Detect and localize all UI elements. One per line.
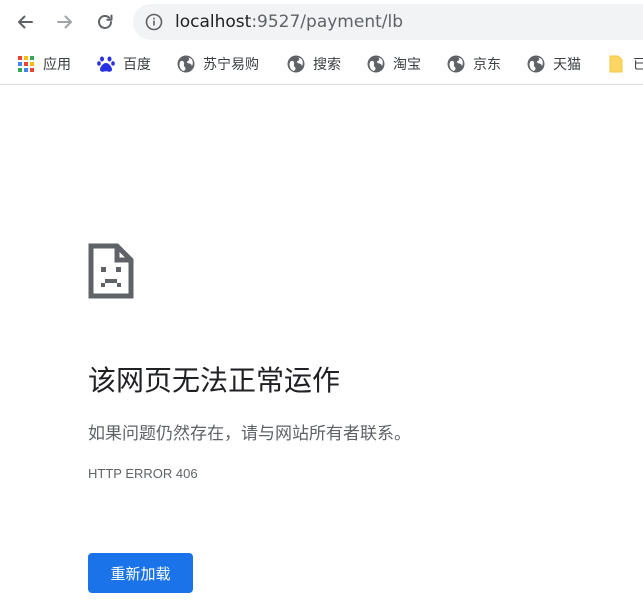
bookmark-label: 京东 xyxy=(473,57,501,73)
bookmark-search[interactable]: 搜索 xyxy=(287,53,341,75)
baidu-paw-icon xyxy=(97,56,115,72)
bookmark-jd[interactable]: 京东 xyxy=(447,53,501,75)
error-code: HTTP ERROR 406 xyxy=(88,466,198,481)
browser-toolbar: localhost:9527/payment/lb xyxy=(0,0,643,44)
reload-icon xyxy=(98,14,113,29)
bookmark-taobao[interactable]: 淘宝 xyxy=(367,53,421,75)
folder-icon xyxy=(609,55,623,73)
reload-page-button[interactable]: 重新加载 xyxy=(88,553,193,593)
bookmark-suning[interactable]: 苏宁易购 xyxy=(177,53,259,75)
info-icon[interactable] xyxy=(145,13,163,31)
bookmarks-bar: 应用 百度 苏宁易购 搜索 淘宝 京东 天猫 已 xyxy=(0,44,643,85)
error-page: 该网页无法正常运作 如果问题仍然存在，请与网站所有者联系。 HTTP ERROR… xyxy=(0,85,643,605)
reload-button[interactable] xyxy=(90,7,120,37)
globe-icon xyxy=(367,55,385,73)
apps-grid-icon xyxy=(18,56,34,72)
bookmark-tmall[interactable]: 天猫 xyxy=(527,53,581,75)
globe-icon xyxy=(447,55,465,73)
sad-page-icon xyxy=(88,243,134,299)
globe-icon xyxy=(527,55,545,73)
url-text[interactable]: localhost:9527/payment/lb xyxy=(175,12,403,32)
bookmark-label: 苏宁易购 xyxy=(203,57,259,73)
bookmark-label: 淘宝 xyxy=(393,57,421,73)
back-button[interactable] xyxy=(10,7,40,37)
arrow-right-icon xyxy=(57,15,72,29)
bookmark-label: 搜索 xyxy=(313,57,341,73)
bookmark-label: 天猫 xyxy=(553,57,581,73)
forward-button[interactable] xyxy=(50,7,80,37)
arrow-left-icon xyxy=(18,15,33,29)
bookmark-apps[interactable]: 应用 xyxy=(17,53,71,75)
error-description: 如果问题仍然存在，请与网站所有者联系。 xyxy=(88,424,411,444)
bookmark-folder[interactable]: 已 xyxy=(607,53,643,75)
globe-icon xyxy=(177,55,195,73)
bookmark-label: 应用 xyxy=(43,57,71,73)
url-path: :9527/payment/lb xyxy=(251,12,404,32)
globe-icon xyxy=(287,55,305,73)
bookmark-baidu[interactable]: 百度 xyxy=(97,53,151,75)
error-title: 该网页无法正常运作 xyxy=(88,364,341,397)
url-host: localhost xyxy=(175,12,252,32)
bookmark-label: 已 xyxy=(633,57,643,73)
bookmark-label: 百度 xyxy=(123,57,151,73)
address-bar[interactable]: localhost:9527/payment/lb xyxy=(133,4,643,40)
